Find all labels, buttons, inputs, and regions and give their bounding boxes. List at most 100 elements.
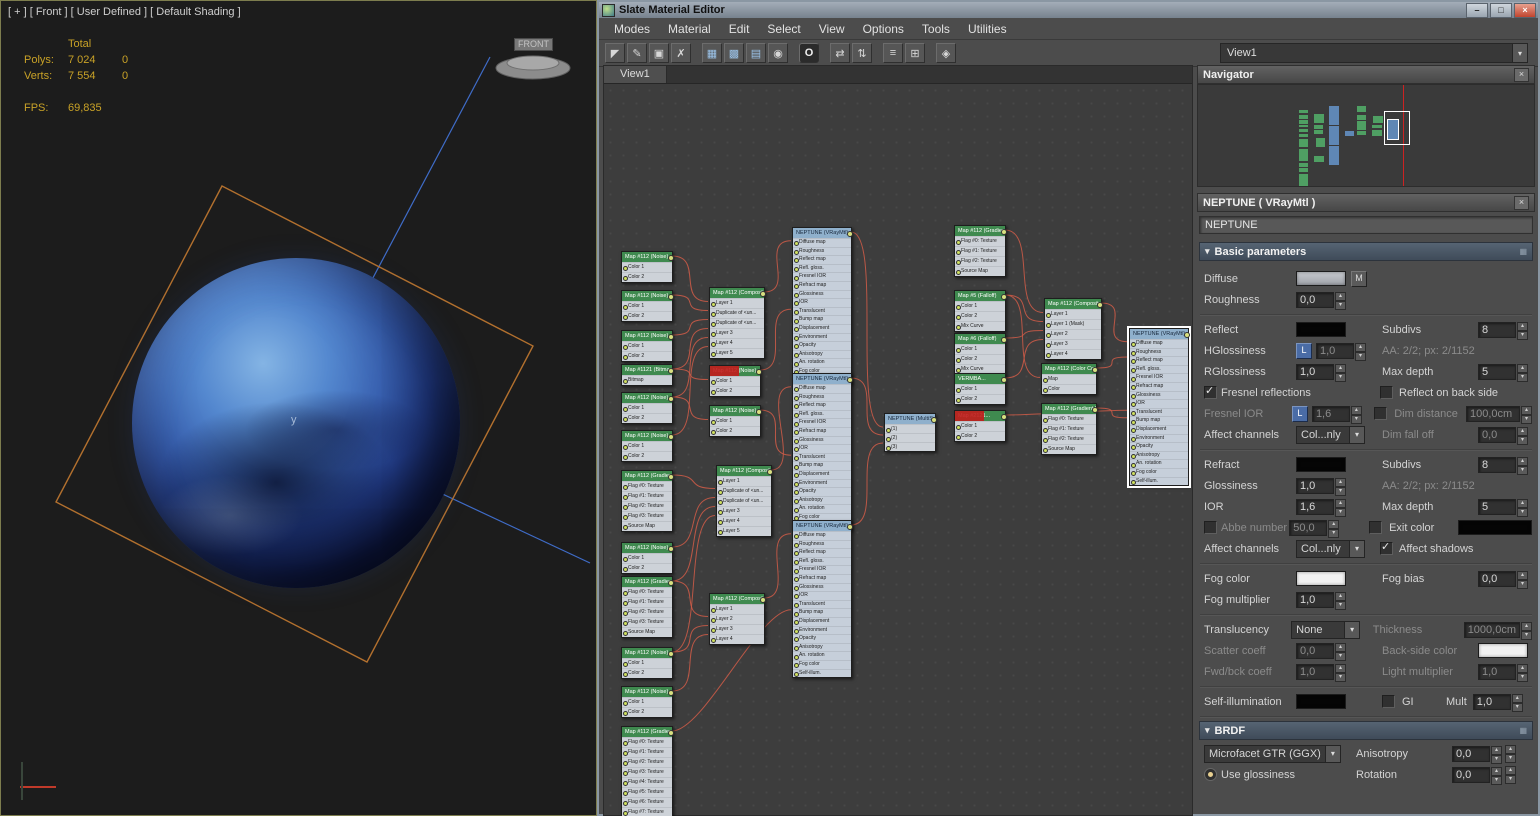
node-input-slot[interactable]: Color 1 — [622, 341, 672, 351]
output-socket-icon[interactable] — [760, 597, 766, 603]
node-input-slot[interactable]: Roughness — [793, 539, 851, 549]
node-input-slot[interactable]: Flag #6: Texture — [622, 797, 672, 807]
refract-color-swatch[interactable] — [1296, 457, 1346, 472]
node-input-slot[interactable]: Flag #7: Texture — [622, 807, 672, 816]
node-input-slot[interactable]: Translucent — [793, 599, 851, 609]
fresnel-ior-spinner[interactable]: 1,6 ▴ ▾ — [1311, 405, 1362, 424]
output-socket-icon[interactable] — [668, 396, 674, 402]
output-socket-icon[interactable] — [931, 417, 937, 423]
node-input-slot[interactable]: An. rotation — [1130, 459, 1188, 468]
node-input-slot[interactable]: Glossiness — [793, 435, 851, 445]
node-input-slot[interactable]: Flag #3: Texture — [622, 617, 672, 627]
shaded-material-icon[interactable]: O — [799, 43, 819, 63]
node-input-slot[interactable]: Opacity — [793, 341, 851, 350]
node-input-slot[interactable]: Flag #1: Texture — [622, 597, 672, 607]
node-input-slot[interactable]: Refl. gloss. — [793, 409, 851, 419]
node-input-slot[interactable]: (3) — [885, 442, 935, 451]
node-input-slot[interactable]: Duplicate of <un... — [717, 496, 771, 506]
refract-affect-channels-dropdown[interactable]: Col...nly ▾ — [1296, 539, 1365, 558]
hglossiness-lock-button[interactable]: L — [1296, 342, 1312, 359]
node-input-slot[interactable]: Refl. gloss. — [793, 556, 851, 566]
node-input-slot[interactable]: Color 2 — [622, 707, 672, 717]
self-illumination-mult-spinner[interactable]: 1,0 ▴ ▾ — [1472, 693, 1523, 712]
menu-select[interactable]: Select — [758, 22, 809, 36]
node-input-slot[interactable]: Layer 3 — [717, 506, 771, 516]
node-input-slot[interactable]: Layer 2 — [710, 614, 764, 624]
graph-node[interactable]: VERMBA... Color 1 Color 2 — [954, 373, 1007, 405]
node-input-slot[interactable]: Environment — [793, 478, 851, 488]
node-input-slot[interactable]: Source Map — [1042, 444, 1096, 454]
params-close-icon[interactable]: × — [1514, 195, 1529, 210]
node-input-slot[interactable]: Layer 2 — [1045, 329, 1101, 339]
node-input-slot[interactable]: Flag #0: Texture — [1042, 414, 1096, 424]
node-input-slot[interactable]: Flag #1: Texture — [622, 747, 672, 757]
node-input-slot[interactable]: Reflect map — [793, 401, 851, 410]
node-input-slot[interactable]: Translucent — [793, 452, 851, 462]
node-input-slot[interactable]: Flag #1: Texture — [622, 491, 672, 501]
refract-glossiness-spinner[interactable]: 1,0 ▴ ▾ — [1296, 477, 1346, 496]
output-socket-icon[interactable] — [668, 730, 674, 736]
node-input-slot[interactable]: Refract map — [1130, 381, 1188, 391]
node-input-slot[interactable]: Anisotropy — [793, 349, 851, 359]
viewcube-front-label[interactable]: FRONT — [514, 38, 553, 51]
node-input-slot[interactable]: Flag #2: Texture — [955, 256, 1005, 266]
output-socket-icon[interactable] — [1097, 302, 1103, 308]
graph-node[interactable]: Map #112 (Noise)Color 1Color 2 — [621, 647, 674, 679]
node-input-slot[interactable]: (1) — [885, 424, 935, 433]
diffuse-map-button[interactable]: M — [1351, 270, 1367, 287]
node-input-slot[interactable]: Glossiness — [793, 582, 851, 592]
menu-view[interactable]: View — [810, 22, 854, 36]
node-input-slot[interactable]: Map — [1042, 374, 1096, 384]
output-socket-icon[interactable] — [1001, 337, 1007, 343]
rollout-brdf[interactable]: ▾ BRDF ▦ — [1199, 721, 1533, 740]
output-socket-icon[interactable] — [847, 377, 853, 383]
select-tool-icon[interactable]: ◤ — [605, 43, 625, 63]
brdf-type-dropdown[interactable]: Microfacet GTR (GGX) ▾ — [1204, 744, 1341, 763]
delete-icon[interactable]: ✗ — [671, 43, 691, 63]
graph-node[interactable]: Map #112 (Gradient R...)Flag #0: Texture… — [621, 576, 674, 638]
node-input-slot[interactable]: Bitmap — [622, 375, 672, 385]
fog-bias-spinner[interactable]: 0,0 ▴ ▾ — [1478, 570, 1528, 589]
node-input-slot[interactable]: Diffuse map — [1130, 339, 1188, 348]
node-input-slot[interactable]: Source Map — [955, 266, 1005, 276]
node-input-slot[interactable]: Flag #4: Texture — [622, 777, 672, 787]
minimize-button[interactable]: – — [1466, 2, 1488, 18]
node-input-slot[interactable]: Color 2 — [622, 272, 672, 282]
node-input-slot[interactable]: Color 1 — [710, 376, 760, 386]
node-input-slot[interactable]: Glossiness — [793, 289, 851, 299]
node-input-slot[interactable]: IOR — [793, 591, 851, 600]
view-selector[interactable]: View1 ▾ — [1220, 43, 1528, 63]
node-input-slot[interactable]: An. rotation — [793, 651, 851, 660]
graph-node[interactable]: Map #112 (Gradient R...)Flag #0: Texture… — [621, 470, 674, 532]
node-input-slot[interactable]: Environment — [1130, 433, 1188, 443]
node-input-slot[interactable]: Layer 4 — [1045, 349, 1101, 359]
node-input-slot[interactable]: Layer 3 — [710, 624, 764, 634]
node-input-slot[interactable]: Layer 4 — [710, 634, 764, 644]
node-input-slot[interactable]: Roughness — [793, 392, 851, 402]
node-input-slot[interactable]: Color 1 — [622, 403, 672, 413]
node-input-slot[interactable]: Flag #3: Texture — [622, 767, 672, 777]
node-input-slot[interactable]: Color 2 — [622, 451, 672, 461]
node-input-slot[interactable]: Color 2 — [955, 394, 1005, 404]
node-input-slot[interactable]: Flag #5: Texture — [622, 787, 672, 797]
translucency-dropdown[interactable]: None ▾ — [1291, 620, 1361, 639]
menu-material[interactable]: Material — [659, 22, 720, 36]
output-socket-icon[interactable] — [1001, 414, 1007, 420]
node-input-slot[interactable]: Reflect map — [793, 548, 851, 557]
output-socket-icon[interactable] — [760, 291, 766, 297]
node-input-slot[interactable]: Source Map — [622, 521, 672, 531]
node-input-slot[interactable]: Reflect map — [793, 255, 851, 264]
node-input-slot[interactable]: IOR — [793, 298, 851, 307]
refract-maxdepth-spinner[interactable]: 5 ▴ ▾ — [1478, 498, 1528, 517]
node-input-slot[interactable]: Bump map — [793, 315, 851, 324]
node-input-slot[interactable]: Anisotropy — [793, 495, 851, 505]
node-input-slot[interactable]: Color 1 — [622, 658, 672, 668]
node-input-slot[interactable]: Fog color — [793, 659, 851, 669]
node-input-slot[interactable]: Layer 4 — [710, 338, 764, 348]
node-input-slot[interactable]: Color 1 — [955, 384, 1005, 394]
abbe-number-checkbox[interactable] — [1204, 521, 1217, 534]
reflect-affect-channels-dropdown[interactable]: Col...nly ▾ — [1296, 425, 1365, 444]
node-input-slot[interactable]: Flag #2: Texture — [622, 757, 672, 767]
node-input-slot[interactable]: Displacement — [793, 469, 851, 479]
output-socket-icon[interactable] — [1001, 229, 1007, 235]
